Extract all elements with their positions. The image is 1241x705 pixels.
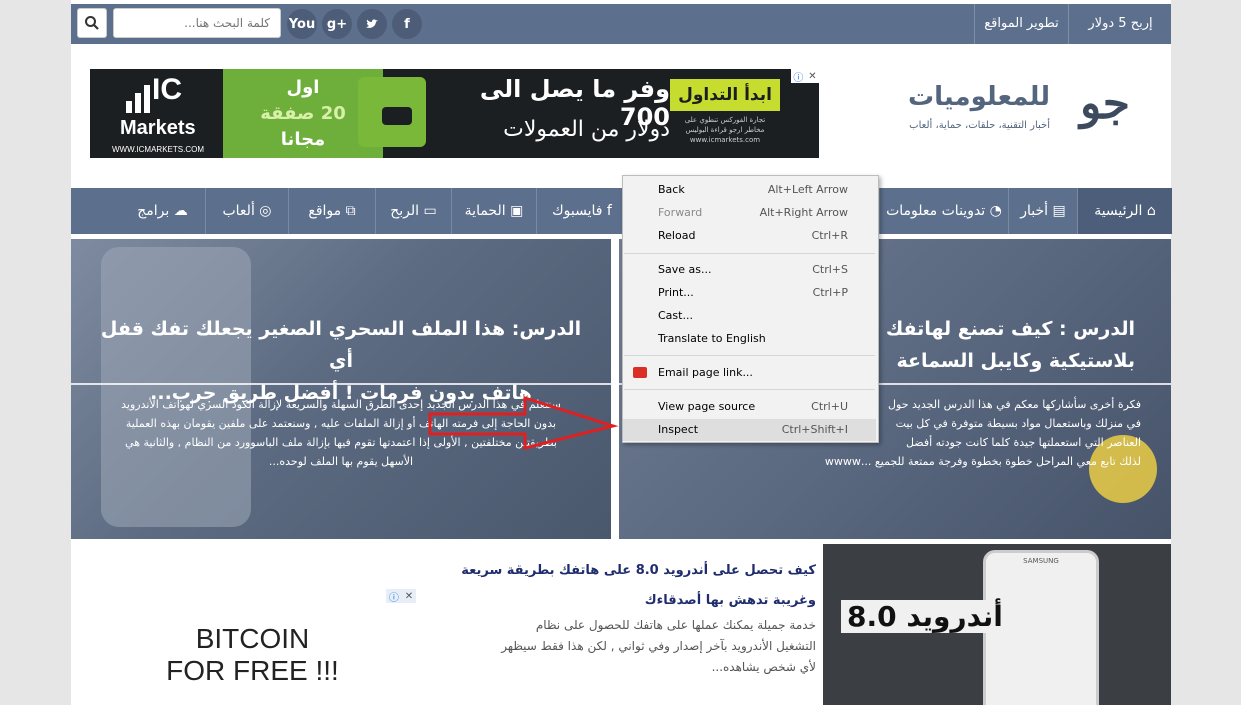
rss-icon: ◔ <box>985 203 1002 219</box>
twitter-icon[interactable] <box>357 9 387 39</box>
facebook-icon[interactable]: f <box>392 9 422 39</box>
phone-brand: SAMSUNG <box>1023 557 1059 565</box>
newspaper-icon: ▤ <box>1048 203 1066 219</box>
menu-item-cast[interactable]: Cast... <box>623 305 876 327</box>
lock-icon: ▣ <box>505 203 524 219</box>
nav-label-sites: مواقع <box>308 203 342 219</box>
nav-label-earn: الربح <box>390 203 420 219</box>
ad-offer-line3: مجانا <box>280 128 326 150</box>
nav-label-home: الرئيسية <box>1094 203 1143 219</box>
ad-cta-button[interactable]: ابدأ التداول <box>670 79 780 111</box>
ad-brand-block: IC Markets WWW.ICMARKETS.COM <box>90 69 220 158</box>
menu-item-save-as[interactable]: Save as... Ctrl+S <box>623 259 876 281</box>
nav-item-earn[interactable]: ▭ الربح <box>375 188 451 234</box>
ad-banner[interactable]: IC Markets WWW.ICMARKETS.COM اول 20 صفقة… <box>90 69 819 158</box>
nav-item-home[interactable]: ⌂ الرئيسية <box>1077 188 1172 234</box>
featured-card-unlock[interactable]: الدرس: هذا الملف السحري الصغير يجعلك تفك… <box>71 239 611 539</box>
nav-label-security: الحماية <box>464 203 506 219</box>
ad-disclaimer-url: www.icmarkets.com <box>689 136 761 144</box>
dev-sites-link[interactable]: تطوير المواقع <box>974 4 1068 44</box>
menu-item-reload[interactable]: Reload Ctrl+R <box>623 225 876 247</box>
menu-item-back[interactable]: Back Alt+Left Arrow <box>623 179 876 201</box>
ad-brand-ic: IC <box>152 73 182 106</box>
nav-item-blog[interactable]: ◔ تدوينات معلومات <box>879 188 1008 234</box>
top-bar: You g+ f تطوير المواقع إربح 5 دولار <box>71 4 1171 44</box>
ad-disclaimer-1: تجارة الفوركس تنطوي على <box>684 116 766 124</box>
adchoices-icon[interactable]: ⓘ ✕ <box>791 69 819 84</box>
nav-label-news: أخبار <box>1020 203 1049 219</box>
money-icon: ▭ <box>419 203 437 219</box>
ad-disclaimer-2: مخاطر ارجو قراءة البوليس <box>685 126 765 134</box>
ad-subline: دولار من العمولات <box>503 117 670 142</box>
logo-title: للمعلوميات <box>908 82 1050 112</box>
nav-label-games: ألعاب <box>222 203 255 219</box>
twitter-bird-icon <box>366 19 378 28</box>
post-thumbnail[interactable]: SAMSUNG أندرويد 8.0 <box>823 544 1171 705</box>
home-icon: ⌂ <box>1142 203 1156 219</box>
nav-label-facebook: فايسبوك <box>552 203 603 219</box>
ad-offer-line2: 20 صفقة <box>260 102 346 124</box>
red-arrow-icon <box>428 395 619 450</box>
gamepad-icon: ◎ <box>254 203 272 219</box>
ad-disclaimer: تجارة الفوركس تنطوي على مخاطر ارجو قراءة… <box>670 115 780 145</box>
nav-label-software: برامج <box>137 203 170 219</box>
earn-money-link[interactable]: إربح 5 دولار <box>1068 4 1172 44</box>
search-input[interactable] <box>113 8 281 38</box>
cloud-icon: ☁ <box>169 203 188 219</box>
menu-item-view-source[interactable]: View page source Ctrl+U <box>623 396 876 418</box>
external-link-icon: ⧉ <box>341 203 356 219</box>
ad-brand-markets: Markets <box>120 117 196 139</box>
menu-separator <box>624 389 875 390</box>
googleplus-icon[interactable]: g+ <box>322 9 352 39</box>
nav-item-games[interactable]: ◎ ألعاب <box>205 188 288 234</box>
nav-item-software[interactable]: ☁ برامج <box>121 188 204 234</box>
adchoices-icon[interactable]: ⓘ ✕ <box>386 589 416 604</box>
thumb-label: أندرويد 8.0 <box>841 600 1009 633</box>
main-nav: ⌂ الرئيسية ▤ أخبار ◔ تدوينات معلومات f ف… <box>71 188 1172 234</box>
bitcoin-ad[interactable]: ⓘ ✕ BITCOIN FOR FREE !!! <box>71 557 434 705</box>
email-icon <box>633 367 647 378</box>
menu-item-print[interactable]: Print... Ctrl+P <box>623 282 876 304</box>
menu-item-email-link[interactable]: Email page link... <box>623 362 876 384</box>
nav-item-news[interactable]: ▤ أخبار <box>1008 188 1077 234</box>
menu-item-forward[interactable]: Forward Alt+Right Arrow <box>623 202 876 224</box>
ad-brand-url: WWW.ICMARKETS.COM <box>112 145 204 154</box>
divider <box>71 383 611 385</box>
menu-separator <box>624 253 875 254</box>
logo-tagline: أخبار التقنية، حلقات، حماية، ألعاب <box>909 120 1050 131</box>
search-icon <box>85 16 99 30</box>
youtube-icon[interactable]: You <box>287 9 317 39</box>
menu-separator <box>624 355 875 356</box>
facebook-icon: f <box>602 203 612 219</box>
nav-item-facebook[interactable]: f فايسبوك <box>536 188 627 234</box>
ad-text: BITCOIN FOR FREE !!! <box>166 623 339 686</box>
menu-item-translate[interactable]: Translate to English <box>623 328 876 350</box>
wallet-icon <box>358 77 426 147</box>
logo-mark: جو <box>1080 78 1130 129</box>
search-button[interactable] <box>77 8 107 38</box>
nav-item-sites[interactable]: ⧉ مواقع <box>288 188 375 234</box>
ad-offer-line1: اول <box>286 76 320 98</box>
context-menu: Back Alt+Left Arrow Forward Alt+Right Arro… <box>622 175 879 443</box>
post-excerpt: خدمة جميلة يمكنك عملها على هاتفك للحصول … <box>501 618 816 674</box>
nav-item-security[interactable]: ▣ الحماية <box>451 188 536 234</box>
post-title[interactable]: كيف تحصل على أندرويد 8.0 على هاتفك بطريق… <box>446 556 816 616</box>
menu-item-inspect[interactable]: Inspect Ctrl+Shift+I <box>623 419 876 441</box>
nav-label-blog: تدوينات معلومات <box>886 203 986 219</box>
